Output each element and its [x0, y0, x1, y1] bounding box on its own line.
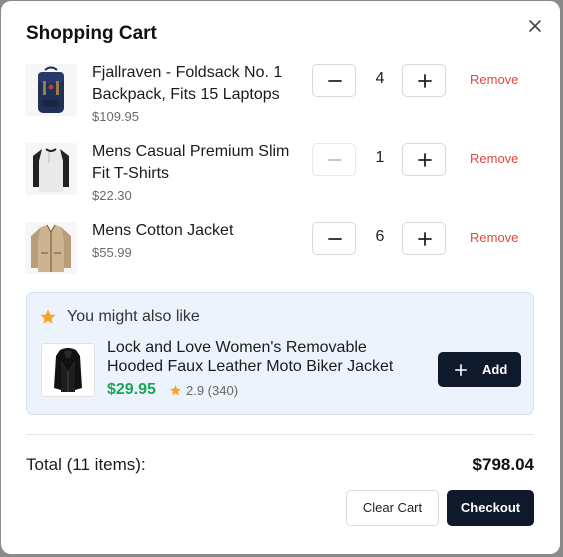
remove-button[interactable]: Remove — [470, 151, 518, 166]
cart-item: Fjallraven - Foldsack No. 1 Backpack, Fi… — [1, 64, 560, 134]
quantity-value: 6 — [375, 228, 385, 245]
total-label: Total (11 items): — [26, 455, 146, 474]
cart-item: Mens Casual Premium Slim Fit T-Shirts $2… — [1, 143, 560, 213]
cart-item: Mens Cotton Jacket $55.99 6 Remove — [1, 222, 560, 292]
item-name: Mens Casual Premium Slim Fit T-Shirts — [92, 143, 290, 182]
suggestion-heading: You might also like — [67, 308, 200, 325]
increment-button[interactable] — [402, 64, 446, 97]
increment-button[interactable] — [402, 222, 446, 255]
suggestion-panel: You might also like Lock and Love Women'… — [26, 292, 534, 415]
remove-button[interactable]: Remove — [470, 72, 518, 87]
jacket-image — [25, 222, 77, 274]
total-value: $798.04 — [472, 455, 534, 474]
add-button-label: Add — [482, 362, 508, 377]
suggestion-product-name[interactable]: Lock and Love Women's Removable Hooded F… — [107, 338, 417, 376]
item-price: $109.95 — [92, 109, 139, 124]
checkout-button[interactable]: Checkout — [447, 490, 534, 526]
backpack-image — [25, 64, 77, 116]
increment-button[interactable] — [402, 143, 446, 176]
plus-icon — [454, 363, 468, 377]
divider — [26, 434, 534, 435]
quantity-value: 1 — [375, 149, 385, 166]
close-icon[interactable] — [525, 16, 545, 36]
shopping-cart-modal: Shopping Cart Fjallraven - Foldsack No. … — [1, 1, 560, 554]
decrement-button[interactable] — [312, 64, 356, 97]
tshirt-image — [25, 143, 77, 195]
star-icon — [39, 308, 57, 331]
leather-jacket-image — [41, 343, 95, 397]
decrement-button[interactable] — [312, 143, 356, 176]
decrement-button[interactable] — [312, 222, 356, 255]
item-price: $55.99 — [92, 245, 132, 260]
remove-button[interactable]: Remove — [470, 230, 518, 245]
clear-cart-button[interactable]: Clear Cart — [346, 490, 439, 526]
item-name: Mens Cotton Jacket — [92, 222, 234, 239]
rating-text: 2.9 (340) — [186, 383, 239, 398]
item-name: Fjallraven - Foldsack No. 1 Backpack, Fi… — [92, 64, 283, 103]
star-icon — [169, 384, 182, 400]
suggestion-price: $29.95 — [107, 381, 156, 398]
modal-title: Shopping Cart — [26, 23, 157, 44]
item-price: $22.30 — [92, 188, 132, 203]
add-suggestion-button[interactable]: Add — [438, 352, 521, 387]
quantity-value: 4 — [375, 70, 385, 87]
